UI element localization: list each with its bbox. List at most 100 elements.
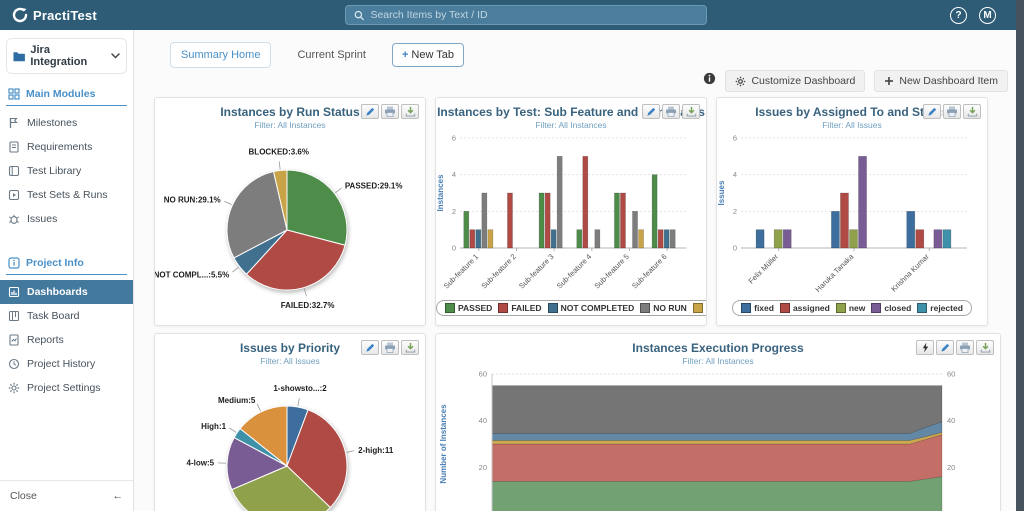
- sidebar-item-label: Project Settings: [27, 382, 101, 394]
- section-main-modules[interactable]: Main Modules: [0, 80, 133, 105]
- plus-icon: [885, 77, 894, 85]
- download-chart-button[interactable]: [682, 104, 700, 119]
- bar: [651, 174, 658, 249]
- dashboard-main: Summary Home Current Sprint + New Tab Cus…: [134, 30, 1024, 511]
- download-chart-button[interactable]: [963, 104, 981, 119]
- svg-text:0: 0: [733, 244, 737, 253]
- new-dashboard-item-button[interactable]: New Dashboard Item: [874, 70, 1008, 92]
- bar: [915, 229, 925, 249]
- bar: [858, 156, 867, 249]
- section-project-info[interactable]: Project Info: [0, 249, 133, 274]
- download-chart-button[interactable]: [401, 104, 419, 119]
- search-input[interactable]: [370, 9, 698, 21]
- bar: [669, 229, 676, 249]
- new-tab-button[interactable]: + New Tab: [391, 43, 464, 67]
- svg-text:20: 20: [947, 463, 955, 472]
- sidebar-item-requirements[interactable]: Requirements: [0, 135, 133, 159]
- customize-dashboard-button[interactable]: Customize Dashboard: [725, 70, 866, 92]
- info-icon[interactable]: [703, 72, 716, 90]
- edit-chart-button[interactable]: [923, 104, 941, 119]
- sidebar-item-milestones[interactable]: Milestones: [0, 111, 133, 135]
- new-dashboard-item-label: New Dashboard Item: [899, 75, 998, 87]
- category-label: Felix Müller: [747, 252, 781, 286]
- sidebar-item-issues[interactable]: Issues: [0, 207, 133, 231]
- svg-text:6: 6: [452, 134, 456, 143]
- live-refresh-button[interactable]: [916, 340, 934, 355]
- svg-text:4: 4: [452, 170, 456, 179]
- category-label: Sub-feature 5: [592, 252, 631, 291]
- search-icon: [354, 10, 365, 20]
- pie-slice-label: PASSED:29.1%: [345, 181, 403, 190]
- sidebar-item-label: Project History: [27, 358, 96, 370]
- print-chart-button[interactable]: [662, 104, 680, 119]
- bar: [849, 229, 858, 249]
- sidebar-item-project-settings[interactable]: Project Settings: [0, 376, 133, 400]
- edit-chart-button[interactable]: [936, 340, 954, 355]
- pie-slice-label: High:1: [201, 422, 226, 431]
- sidebar-item-task-board[interactable]: Task Board: [0, 304, 133, 328]
- panel-instances-execution-progress: Instances Execution Progress Filter: All…: [435, 333, 1001, 511]
- section-label: Project Info: [26, 257, 84, 269]
- panel-filter: Filter: All Instances: [682, 356, 754, 366]
- bar: [840, 192, 849, 249]
- legend-item: new: [833, 303, 869, 313]
- pie-slice-label: 1-showsto...:2: [273, 384, 327, 393]
- sidebar-item-project-history[interactable]: Project History: [0, 352, 133, 376]
- edit-chart-button[interactable]: [642, 104, 660, 119]
- brand-name: PractiTest: [33, 7, 97, 23]
- sidebar-item-label: Task Board: [27, 310, 80, 322]
- legend-item: PASSED: [442, 303, 495, 313]
- legend-item: FAILED: [495, 303, 544, 313]
- category-label: Sub-feature 1: [442, 252, 481, 291]
- practitest-bird-icon: [12, 7, 28, 23]
- sidebar-collapse-button[interactable]: Close ←: [0, 480, 133, 511]
- plus-icon: +: [401, 49, 409, 61]
- edit-chart-button[interactable]: [361, 340, 379, 355]
- panel-instances-by-run-status: Instances by Run Status Filter: All Inst…: [154, 97, 426, 326]
- pie-slice-label: NOT COMPL...:5.5%: [155, 271, 229, 280]
- library-icon: [8, 165, 20, 177]
- bar: [638, 229, 644, 249]
- print-chart-button[interactable]: [956, 340, 974, 355]
- category-label: Sub-feature 3: [517, 252, 556, 291]
- tab-current-sprint[interactable]: Current Sprint: [287, 43, 375, 67]
- close-label: Close: [10, 490, 37, 502]
- bar: [663, 229, 670, 249]
- project-selector[interactable]: Jira Integration: [6, 38, 127, 74]
- area-series: [491, 476, 943, 511]
- bar: [576, 229, 583, 249]
- panel-issues-by-priority: Issues by Priority Filter: All Issues 1-…: [154, 333, 426, 511]
- sidebar-item-test-library[interactable]: Test Library: [0, 159, 133, 183]
- section-label: Main Modules: [26, 88, 96, 100]
- sidebar-item-test-sets-runs[interactable]: Test Sets & Runs: [0, 183, 133, 207]
- sidebar-item-label: Test Sets & Runs: [27, 189, 108, 201]
- bar: [463, 211, 470, 249]
- help-button[interactable]: ?: [950, 6, 967, 24]
- bar: [544, 192, 551, 249]
- brand-logo[interactable]: PractiTest: [12, 7, 97, 23]
- bar: [507, 192, 513, 249]
- print-chart-button[interactable]: [381, 104, 399, 119]
- bar: [538, 192, 545, 249]
- edit-chart-button[interactable]: [361, 104, 379, 119]
- download-chart-button[interactable]: [401, 340, 419, 355]
- tab-summary-home[interactable]: Summary Home: [170, 42, 272, 68]
- avatar[interactable]: M: [979, 6, 996, 24]
- sidebar-item-dashboards[interactable]: Dashboards: [0, 280, 133, 304]
- top-navbar: PractiTest ? M: [0, 0, 1024, 30]
- svg-text:2: 2: [452, 207, 456, 216]
- area-chart-execution-progress: 00202040406060Number of Instances09-1109…: [439, 370, 955, 511]
- bar: [594, 229, 601, 249]
- print-chart-button[interactable]: [381, 340, 399, 355]
- pie-slice-label: 2-high:11: [358, 446, 394, 455]
- bar-chart-assigned-to: 0 2 4 6 Issues Felix Müller Haruka Tanaka Krish…: [717, 134, 967, 294]
- gear-icon: [736, 76, 746, 86]
- sidebar-item-reports[interactable]: Reports: [0, 328, 133, 352]
- section-divider: [6, 274, 127, 275]
- svg-text:40: 40: [947, 416, 955, 425]
- chevron-down-icon: [111, 50, 120, 62]
- bar: [620, 192, 626, 249]
- print-chart-button[interactable]: [943, 104, 961, 119]
- vertical-scrollbar[interactable]: [1016, 0, 1024, 511]
- download-chart-button[interactable]: [976, 340, 994, 355]
